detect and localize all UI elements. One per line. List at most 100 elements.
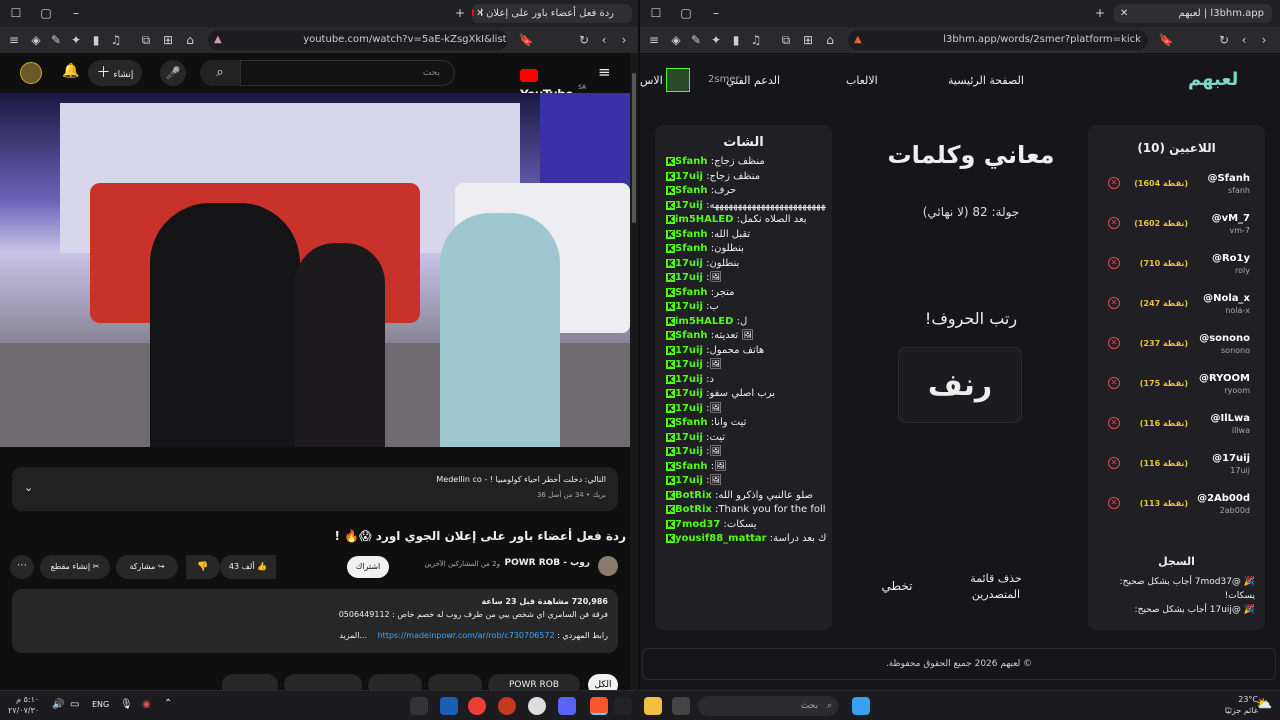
player-row[interactable]: @RYOOM ryoom (175 نقطة) ✕ <box>1098 373 1258 413</box>
reload-icon[interactable]: ↻ <box>1216 32 1232 48</box>
remove-player-icon[interactable]: ✕ <box>1108 177 1120 189</box>
search-button[interactable]: ⌕ <box>200 60 240 86</box>
remove-player-icon[interactable]: ✕ <box>1108 217 1120 229</box>
discord-icon[interactable] <box>558 697 576 715</box>
chip-4[interactable] <box>368 674 422 690</box>
chip-channel[interactable]: POWR ROB <box>488 674 580 690</box>
extensions-icon[interactable]: ✎ <box>688 32 704 48</box>
chat-username[interactable]: Sfanh <box>675 243 708 254</box>
playlist-next-up[interactable]: ⌄ التالي: دخلت أخطر احياء كولومبيا ! - M… <box>12 467 618 511</box>
site-logo[interactable]: لعبهم <box>1188 69 1238 90</box>
start-icon[interactable] <box>852 697 870 715</box>
new-tab-icon[interactable]: + <box>452 5 468 21</box>
remove-player-icon[interactable]: ✕ <box>1108 497 1120 509</box>
screenshot-icon[interactable]: ⧉ <box>138 32 154 48</box>
chat-username[interactable]: 17uij <box>675 301 703 312</box>
chat-username[interactable]: 17uij <box>675 359 703 370</box>
reload-icon[interactable]: ↻ <box>576 32 592 48</box>
language-indicator[interactable]: ENG <box>92 700 109 709</box>
back-icon[interactable]: ‹ <box>596 32 612 48</box>
player-row[interactable]: @Sfanh sfanh (1604 نقطة) ✕ <box>1098 173 1258 213</box>
back-icon[interactable]: ‹ <box>1236 32 1252 48</box>
chat-username[interactable]: Sfanh <box>675 156 708 167</box>
chat-username[interactable]: BotRix <box>675 490 712 501</box>
menu-icon[interactable]: ≡ <box>646 32 662 48</box>
chat-username[interactable]: yousif88_mattar <box>675 533 767 544</box>
chip-6[interactable] <box>222 674 278 690</box>
chat-username[interactable]: 7mod37 <box>675 519 720 530</box>
translate-icon[interactable]: ⊞ <box>160 32 176 48</box>
minimize-icon[interactable]: – <box>68 5 84 21</box>
user-name[interactable]: 2smer <box>708 74 740 85</box>
channel-avatar[interactable] <box>598 556 618 576</box>
search-input[interactable]: بحث <box>240 60 455 86</box>
music-icon[interactable]: ♫ <box>108 32 124 48</box>
bookmark-icon[interactable]: 🔖 <box>518 32 534 48</box>
chat-username[interactable]: Sfanh <box>675 417 708 428</box>
screenshot-icon[interactable]: ⧉ <box>778 32 794 48</box>
like-button[interactable]: 43 ألف 👍 <box>220 555 276 579</box>
network-icon[interactable]: ▭ <box>70 699 79 710</box>
new-tab-icon[interactable]: + <box>1092 5 1108 21</box>
chat-username[interactable]: 17uij <box>675 475 703 486</box>
chip-3[interactable] <box>428 674 482 690</box>
youtube-logo[interactable]: YouTube SA <box>520 65 590 102</box>
chat-username[interactable]: 17uij <box>675 345 703 356</box>
player-row[interactable]: @IlLwa illwa (116 نقطة) ✕ <box>1098 413 1258 453</box>
chat-username[interactable]: 17uij <box>675 374 703 385</box>
chat-username[interactable]: 17uij <box>675 432 703 443</box>
video-player[interactable] <box>0 93 630 447</box>
chat-username[interactable]: Sfanh <box>675 330 708 341</box>
voice-search-button[interactable]: 🎤 <box>160 60 186 86</box>
chat-username[interactable]: 17uij <box>675 200 703 211</box>
extensions-icon[interactable]: ✎ <box>48 32 64 48</box>
share-button[interactable]: مشاركة ↪ <box>116 555 178 579</box>
tab-youtube[interactable]: ✕ ردة فعل أعضاء باور على إعلان ا <box>472 4 632 23</box>
nav-games[interactable]: الالعاب <box>846 74 878 87</box>
sidebar-icon[interactable]: ▮ <box>728 32 744 48</box>
scrollbar[interactable] <box>630 53 638 690</box>
address-bar[interactable]: ▲ youtube.com/watch?v=5aE-kZsgXkI&list=.… <box>208 30 508 50</box>
chip-all[interactable]: الكل <box>588 674 618 690</box>
window-restore-icon[interactable]: ▢ <box>678 5 694 21</box>
forward-icon[interactable]: › <box>616 32 632 48</box>
player-row[interactable]: @2Ab00d 2ab00d (113 نقطة) ✕ <box>1098 493 1258 533</box>
player-row[interactable]: @vM_7 vm-7 (1602 نقطة) ✕ <box>1098 213 1258 253</box>
puzzle-icon[interactable]: ✦ <box>708 32 724 48</box>
leo-icon[interactable]: ⌂ <box>822 32 838 48</box>
tab-close-icon[interactable]: ✕ <box>1120 4 1128 23</box>
sidebar-icon[interactable]: ▮ <box>88 32 104 48</box>
chat-username[interactable]: Sfanh <box>675 229 708 240</box>
channel-collab[interactable]: و2 من المشاركين الآخرين <box>424 560 500 568</box>
chat-username[interactable]: 17uij <box>675 272 703 283</box>
music-icon[interactable]: ♫ <box>748 32 764 48</box>
tray-overflow-icon[interactable]: ⌃ <box>164 698 172 709</box>
channel-name[interactable]: روب - POWR ROB <box>504 558 590 568</box>
chat-username[interactable]: 17uij <box>675 171 703 182</box>
nav-more[interactable]: الاس <box>640 74 663 87</box>
player-row[interactable]: @17uij 17uij (116 نقطة) ✕ <box>1098 453 1258 493</box>
file-explorer-icon[interactable] <box>644 697 662 715</box>
chip-5[interactable] <box>284 674 362 690</box>
mic-icon[interactable]: 🎙 <box>120 699 133 710</box>
remove-player-icon[interactable]: ✕ <box>1108 417 1120 429</box>
remove-player-icon[interactable]: ✕ <box>1108 377 1120 389</box>
player-row[interactable]: @Ro1y roly (710 نقطة) ✕ <box>1098 253 1258 293</box>
github-icon[interactable] <box>528 697 546 715</box>
translate-icon[interactable]: ⊞ <box>800 32 816 48</box>
minimize-icon[interactable]: – <box>708 5 724 21</box>
avatar[interactable] <box>20 62 42 84</box>
nav-home[interactable]: الصفحة الرئيسية <box>948 74 1024 87</box>
description-link[interactable]: https://madeinpowr.com/ar/rob/c730706572 <box>378 631 555 640</box>
menu-icon[interactable]: ≡ <box>6 32 22 48</box>
epic-games-icon[interactable] <box>410 697 428 715</box>
tab-l3bhm[interactable]: ✕ لعبهم | l3bhm.app <box>1114 4 1272 23</box>
chat-username[interactable]: Sfanh <box>675 461 708 472</box>
description-box[interactable]: 720,986 مشاهدة قبل 23 ساعة فرقة فن السام… <box>12 589 618 653</box>
more-actions-button[interactable]: ⋯ <box>10 555 34 579</box>
brave-icon[interactable] <box>590 697 608 715</box>
chat-username[interactable]: 17uij <box>675 446 703 457</box>
forward-icon[interactable]: › <box>1256 32 1272 48</box>
notifications-bell-icon[interactable]: 🔔 <box>62 63 79 79</box>
chat-username[interactable]: Sfanh <box>675 287 708 298</box>
